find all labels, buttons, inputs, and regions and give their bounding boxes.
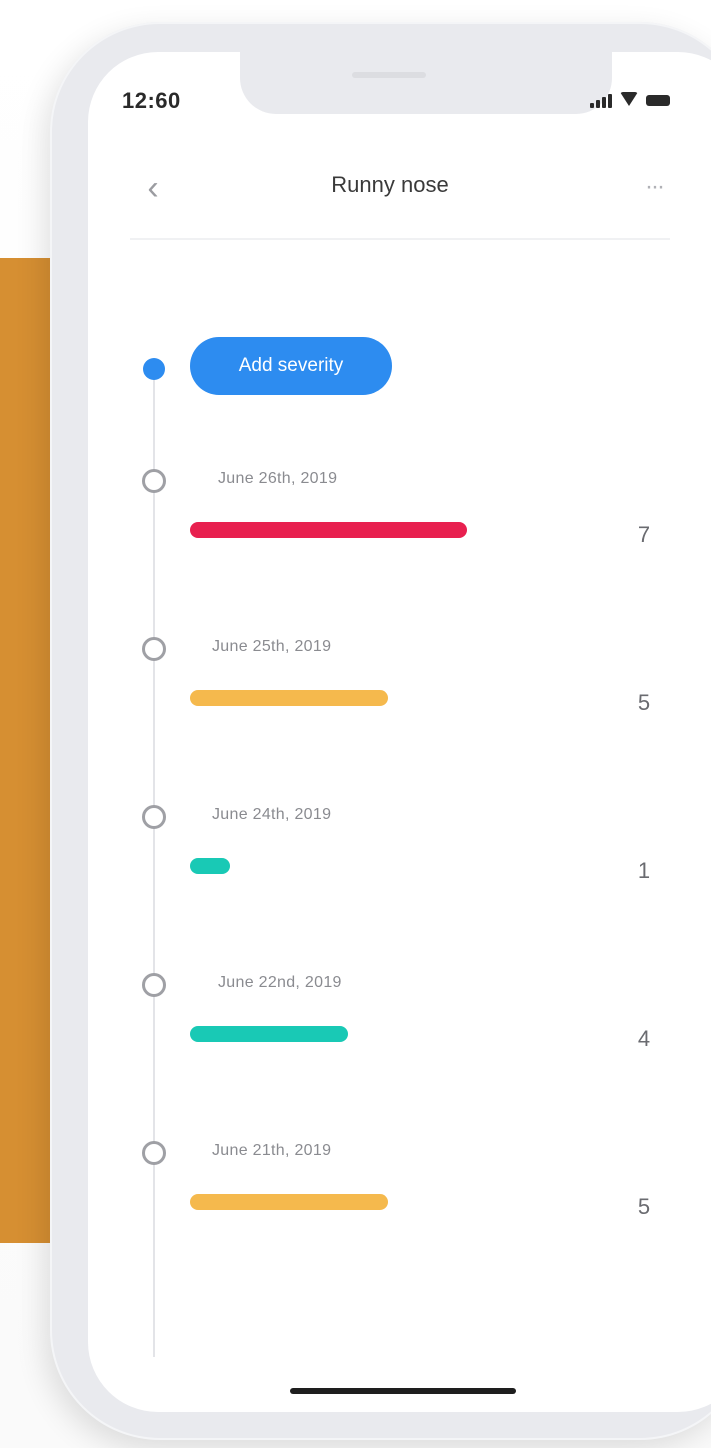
status-time: 12:60 xyxy=(122,88,181,113)
timeline-node xyxy=(142,1141,166,1165)
severity-bar xyxy=(190,858,230,874)
timeline-node xyxy=(142,805,166,829)
entry-date: June 24th, 2019 xyxy=(212,806,332,823)
battery-icon xyxy=(646,95,670,106)
notch-speaker xyxy=(352,72,426,78)
entry-date: June 21th, 2019 xyxy=(212,1142,332,1159)
severity-bar xyxy=(190,1026,348,1042)
timeline-line xyxy=(153,372,155,1357)
phone-screen xyxy=(88,52,711,1412)
entry-date: June 22nd, 2019 xyxy=(218,974,342,991)
more-horizontal-icon[interactable]: ··· xyxy=(634,172,674,202)
severity-value: 1 xyxy=(637,858,651,883)
chevron-left-icon[interactable]: ‹ xyxy=(136,168,170,208)
add-severity-button[interactable]: Add severity xyxy=(190,337,392,395)
entry-date: June 25th, 2019 xyxy=(212,638,332,655)
entry-date: June 26th, 2019 xyxy=(218,470,338,487)
severity-value: 5 xyxy=(637,1194,651,1219)
severity-bar xyxy=(190,1194,388,1210)
severity-value: 5 xyxy=(637,690,651,715)
severity-value: 4 xyxy=(637,1026,651,1051)
header-divider xyxy=(130,238,670,240)
phone-notch xyxy=(240,52,612,114)
timeline-node xyxy=(142,637,166,661)
stage: 12:60 ‹ Runny nose ··· Add severity June… xyxy=(0,0,711,1448)
severity-bar xyxy=(190,690,388,706)
cellular-signal-icon xyxy=(590,94,612,108)
home-indicator[interactable] xyxy=(290,1388,516,1394)
page-title: Runny nose xyxy=(331,172,449,197)
severity-bar xyxy=(190,522,467,538)
wifi-icon xyxy=(620,92,638,106)
timeline-node xyxy=(142,469,166,493)
severity-value: 7 xyxy=(637,522,651,547)
timeline-node-active xyxy=(143,358,165,380)
timeline-node xyxy=(142,973,166,997)
status-icons xyxy=(590,92,680,112)
